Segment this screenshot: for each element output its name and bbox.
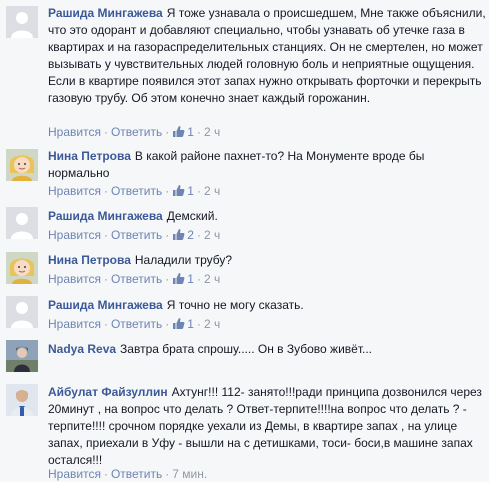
child-photo-icon (6, 149, 38, 181)
timestamp[interactable]: 2 ч (204, 184, 220, 198)
thumbs-up-icon (173, 126, 185, 137)
comment-actions: Нравится · Ответить · 1 · 2 ч (48, 124, 220, 140)
comment-text: Я тоже узнавала о происшедшем, Мне также… (48, 6, 486, 105)
comment-actions: Нравится · Ответить · 1 · 2 ч (48, 183, 220, 199)
comment-text: Наладили трубу? (134, 253, 233, 267)
reply-link[interactable]: Ответить (111, 272, 162, 286)
comment-thread: Рашида Мингажева Я тоже узнавала о происш… (0, 0, 489, 481)
separator: · (103, 317, 108, 331)
person-photo-icon (6, 340, 38, 372)
timestamp[interactable]: 2 ч (204, 228, 220, 242)
reply-link[interactable]: Ответить (111, 184, 162, 198)
like-link[interactable]: Нравится (48, 125, 101, 139)
like-count[interactable]: 1 (187, 125, 194, 139)
separator: · (165, 317, 170, 331)
comment-body: Рашида Мингажева Я точно не могу сказать. (48, 297, 486, 314)
comment-author[interactable]: Рашида Мингажева (48, 6, 163, 20)
comment-body: Нина Петрова В какой районе пахнет-то? На… (48, 148, 486, 182)
timestamp[interactable]: 2 ч (204, 125, 220, 139)
avatar-nadya[interactable] (6, 340, 38, 372)
comment-body: Nadya Reva Завтра брата спрошу..... Он в … (48, 341, 486, 358)
separator: · (103, 125, 108, 139)
default-avatar[interactable] (6, 6, 38, 38)
comment-body: Айбулат Файзуллин Ахтунг!!! 112- занято!!… (48, 384, 486, 469)
person-silhouette-icon (6, 207, 38, 239)
thumbs-up-icon (173, 273, 185, 284)
comment-author[interactable]: Нина Петрова (48, 253, 131, 267)
thumbs-up-icon (173, 318, 185, 329)
comment-author[interactable]: Nadya Reva (48, 342, 116, 356)
separator: · (165, 467, 170, 481)
comment-text: Я точно не могу сказать. (166, 298, 304, 312)
separator: · (165, 125, 170, 139)
comment-author[interactable]: Айбулат Файзуллин (48, 385, 168, 399)
timestamp[interactable]: 2 ч (204, 317, 220, 331)
like-count[interactable]: 1 (187, 184, 194, 198)
reply-link[interactable]: Ответить (111, 125, 162, 139)
avatar-aibulat[interactable] (6, 384, 38, 416)
separator: · (196, 317, 201, 331)
separator: · (103, 228, 108, 242)
separator: · (196, 184, 201, 198)
comment-body: Рашида Мингажева Я тоже узнавала о происш… (48, 5, 486, 107)
comment-actions: Нравится · Ответить · 2 · 2 ч (48, 227, 220, 243)
like-link[interactable]: Нравится (48, 272, 101, 286)
separator: · (196, 228, 201, 242)
timestamp[interactable]: 2 ч (204, 272, 220, 286)
thumbs-up-icon (173, 229, 185, 240)
reply-link[interactable]: Ответить (111, 317, 162, 331)
child-photo-icon (6, 252, 38, 284)
comment-author[interactable]: Нина Петрова (48, 149, 131, 163)
comment-body: Нина Петрова Наладили трубу? (48, 252, 486, 269)
person-photo-icon (6, 384, 38, 416)
separator: · (103, 272, 108, 286)
separator: · (165, 184, 170, 198)
comment-actions: Нравится · Ответить · 1 · 2 ч (48, 316, 220, 332)
like-count[interactable]: 1 (187, 317, 194, 331)
avatar-nina[interactable] (6, 252, 38, 284)
like-link[interactable]: Нравится (48, 317, 101, 331)
separator: · (196, 272, 201, 286)
thumbs-up-icon (173, 185, 185, 196)
avatar-nina[interactable] (6, 149, 38, 181)
comment-text: Демский. (166, 209, 218, 223)
like-count[interactable]: 2 (187, 228, 194, 242)
separator: · (103, 467, 108, 481)
separator: · (196, 125, 201, 139)
person-silhouette-icon (6, 6, 38, 38)
reply-link[interactable]: Ответить (111, 228, 162, 242)
comment-author[interactable]: Рашида Мингажева (48, 298, 163, 312)
comment-actions: Нравится · Ответить · 7 мин. (48, 466, 207, 482)
timestamp[interactable]: 7 мин. (172, 467, 207, 481)
comment-author[interactable]: Рашида Мингажева (48, 209, 163, 223)
comment-body: Рашида Мингажева Демский. (48, 208, 486, 225)
person-silhouette-icon (6, 296, 38, 328)
like-link[interactable]: Нравится (48, 184, 101, 198)
like-count[interactable]: 1 (187, 272, 194, 286)
default-avatar[interactable] (6, 296, 38, 328)
separator: · (165, 228, 170, 242)
separator: · (103, 184, 108, 198)
reply-link[interactable]: Ответить (111, 467, 162, 481)
like-link[interactable]: Нравится (48, 228, 101, 242)
comment-actions: Нравится · Ответить · 1 · 2 ч (48, 271, 220, 287)
default-avatar[interactable] (6, 207, 38, 239)
separator: · (165, 272, 170, 286)
like-link[interactable]: Нравится (48, 467, 101, 481)
comment-text: Завтра брата спрошу..... Он в Зубово жив… (120, 342, 372, 356)
